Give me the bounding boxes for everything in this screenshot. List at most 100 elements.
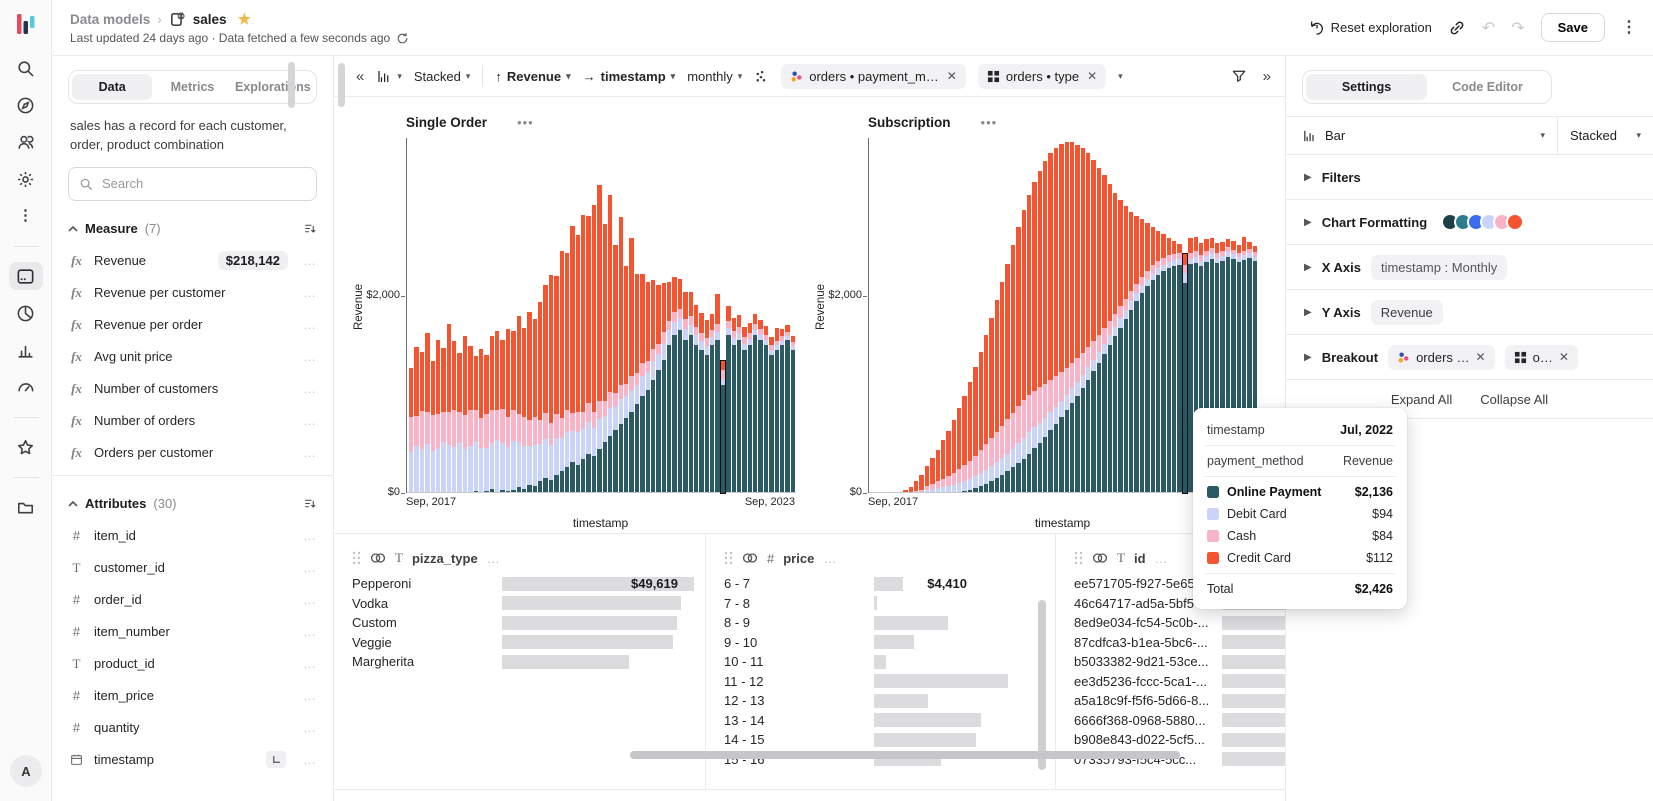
table-row[interactable]: 12 - 13 bbox=[724, 691, 1055, 711]
reset-exploration-button[interactable]: Reset exploration bbox=[1309, 20, 1432, 36]
bar-month-46[interactable] bbox=[656, 285, 660, 493]
granularity-dropdown[interactable]: monthly ▾ bbox=[687, 69, 742, 84]
gear-icon[interactable] bbox=[9, 165, 43, 193]
bar-month-42[interactable] bbox=[1097, 168, 1101, 493]
bar-month-66[interactable] bbox=[764, 326, 768, 493]
bar-month-30[interactable] bbox=[570, 226, 574, 493]
bar-month-23[interactable] bbox=[533, 319, 537, 493]
bar-month-57[interactable] bbox=[715, 294, 719, 493]
measure-section-header[interactable]: Measure (7) bbox=[68, 217, 317, 241]
bar-month-19[interactable] bbox=[973, 367, 977, 493]
attribute-item[interactable]: #item_id… bbox=[68, 520, 317, 552]
bar-month-10[interactable] bbox=[463, 336, 467, 493]
viz-type-dropdown[interactable]: Bar ▾ bbox=[1286, 128, 1557, 143]
bar-month-56[interactable] bbox=[710, 314, 714, 493]
more-icon[interactable]: … bbox=[303, 528, 317, 543]
more-icon[interactable]: … bbox=[303, 688, 317, 703]
bar-month-23[interactable] bbox=[995, 300, 999, 493]
bar-month-19[interactable] bbox=[511, 331, 515, 493]
bar-month-48[interactable] bbox=[667, 282, 671, 493]
bar-month-2[interactable] bbox=[420, 352, 424, 493]
bar-month-51[interactable] bbox=[683, 292, 687, 493]
more-vertical-icon[interactable]: ⋮ bbox=[9, 202, 43, 230]
bar-month-28[interactable] bbox=[560, 251, 564, 493]
bar-month-37[interactable] bbox=[1070, 142, 1074, 493]
measure-item[interactable]: fxOrders per customer… bbox=[68, 437, 317, 469]
bar-month-49[interactable] bbox=[1134, 216, 1138, 493]
bar-month-22[interactable] bbox=[989, 318, 993, 493]
bar-month-47[interactable] bbox=[662, 283, 666, 493]
bar-month-10[interactable] bbox=[925, 466, 929, 493]
app-logo-icon[interactable] bbox=[16, 12, 36, 36]
bar-month-12[interactable] bbox=[936, 450, 940, 493]
undo-icon[interactable]: ↶ bbox=[1482, 18, 1495, 38]
bar-month-44[interactable] bbox=[1108, 184, 1112, 493]
measure-item[interactable]: fxRevenue$218,142… bbox=[68, 245, 317, 277]
horizontal-scrollbar[interactable] bbox=[630, 751, 1180, 759]
bar-month-31[interactable] bbox=[1038, 171, 1042, 493]
remove-pill-icon[interactable]: ✕ bbox=[1476, 350, 1486, 364]
bar-month-16[interactable] bbox=[495, 331, 499, 493]
bar-month-53[interactable] bbox=[694, 305, 698, 493]
bar-month-48[interactable] bbox=[1129, 212, 1133, 493]
bar-month-50[interactable] bbox=[678, 279, 682, 493]
bar-month-14[interactable] bbox=[484, 355, 488, 493]
bar-month-32[interactable] bbox=[581, 215, 585, 493]
bar-month-50[interactable] bbox=[1140, 219, 1144, 493]
star-icon[interactable] bbox=[9, 433, 43, 461]
bar-month-25[interactable] bbox=[1005, 264, 1009, 493]
attributes-section-header[interactable]: Attributes (30) bbox=[68, 492, 317, 516]
bar-month-31[interactable] bbox=[576, 235, 580, 493]
bar-month-5[interactable] bbox=[436, 340, 440, 493]
bar-month-67[interactable] bbox=[769, 337, 773, 493]
bar-month-40[interactable] bbox=[1086, 153, 1090, 493]
bar-month-11[interactable] bbox=[930, 458, 934, 493]
tab-metrics[interactable]: Metrics bbox=[152, 74, 232, 100]
expand-right-icon[interactable]: » bbox=[1263, 68, 1271, 85]
bar-month-24[interactable] bbox=[538, 302, 542, 493]
search-icon[interactable] bbox=[9, 54, 43, 82]
bar-month-33[interactable] bbox=[586, 216, 590, 493]
more-icon[interactable]: … bbox=[303, 413, 317, 428]
bar-month-53[interactable] bbox=[1156, 231, 1160, 493]
table-row[interactable]: b5033382-9d21-53ce... bbox=[1074, 652, 1285, 672]
table-row[interactable]: 13 - 14 bbox=[724, 711, 1055, 731]
attribute-item[interactable]: Tcustomer_id… bbox=[68, 552, 317, 584]
bar-month-29[interactable] bbox=[565, 253, 569, 493]
redo-icon[interactable]: ↷ bbox=[1511, 18, 1524, 38]
sort-icon[interactable] bbox=[303, 497, 317, 510]
compass-icon[interactable] bbox=[9, 91, 43, 119]
bar-month-36[interactable] bbox=[603, 224, 607, 493]
more-icon[interactable]: … bbox=[303, 349, 317, 364]
bar-month-17[interactable] bbox=[500, 340, 504, 493]
bar-month-59[interactable] bbox=[1188, 238, 1192, 493]
drag-handle-icon[interactable] bbox=[352, 551, 361, 565]
drag-handle-icon[interactable] bbox=[724, 551, 733, 565]
table-row[interactable]: 6 - 7$4,410 bbox=[724, 574, 1055, 594]
x-axis-pill[interactable]: timestamp : Monthly bbox=[1371, 255, 1507, 280]
table-row[interactable]: 11 - 12 bbox=[724, 672, 1055, 692]
users-icon[interactable] bbox=[9, 128, 43, 156]
bar-month-12[interactable] bbox=[474, 356, 478, 493]
bar-month-40[interactable] bbox=[624, 266, 628, 494]
x-field-dropdown[interactable]: → timestamp ▾ bbox=[583, 69, 676, 84]
bar-month-27[interactable] bbox=[1016, 227, 1020, 493]
bar-month-27[interactable] bbox=[554, 276, 558, 493]
table-row[interactable]: 8 - 9 bbox=[724, 613, 1055, 633]
table-row[interactable]: 7 - 8 bbox=[724, 594, 1055, 614]
bar-month-6[interactable] bbox=[441, 348, 445, 493]
chevron-down-icon[interactable]: ▾ bbox=[1118, 71, 1123, 82]
bar-month-0[interactable] bbox=[409, 368, 413, 493]
remove-pill-icon[interactable]: ✕ bbox=[1087, 69, 1097, 83]
bar-chart-icon[interactable] bbox=[9, 336, 43, 364]
bar-month-25[interactable] bbox=[543, 285, 547, 493]
column-header[interactable]: Tpizza_type… bbox=[352, 544, 705, 572]
bar-month-29[interactable] bbox=[1027, 195, 1031, 493]
remove-pill-icon[interactable]: ✕ bbox=[947, 69, 957, 83]
bar-month-69[interactable] bbox=[780, 329, 784, 493]
gauge-icon[interactable] bbox=[9, 373, 43, 401]
bar-month-55[interactable] bbox=[705, 320, 709, 493]
bar-month-3[interactable] bbox=[425, 333, 429, 493]
breakout-pill[interactable]: o… ✕ bbox=[1505, 345, 1578, 370]
bar-month-59[interactable] bbox=[726, 306, 730, 493]
